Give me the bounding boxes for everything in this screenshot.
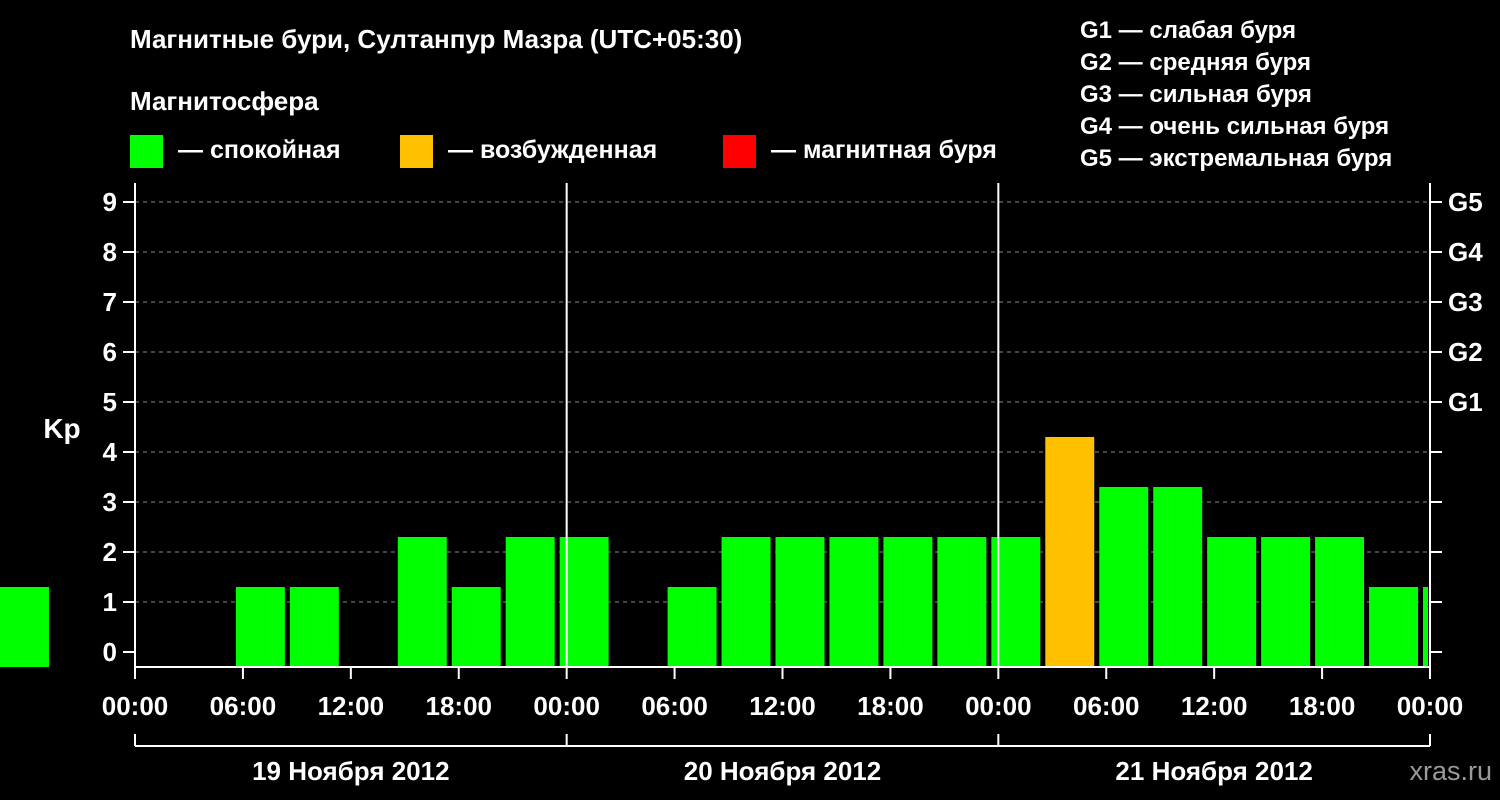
g-tick-label: G5	[1448, 187, 1483, 217]
legend-title: Магнитосфера	[130, 86, 319, 116]
bar	[775, 537, 825, 667]
y-axis-label: Kp	[43, 413, 80, 444]
x-tick-label: 12:00	[318, 691, 385, 721]
bar	[721, 537, 771, 667]
g-tick-label: G4	[1448, 237, 1483, 267]
bar	[289, 587, 339, 667]
x-tick-label: 00:00	[965, 691, 1032, 721]
legend-swatch-calm	[130, 135, 163, 168]
g-scale-g5: G5 — экстремальная буря	[1080, 145, 1392, 172]
legend-item-storm: — магнитная буря	[723, 135, 997, 168]
legend-item-calm: — спокойная	[130, 135, 341, 168]
g-ticks: G1 G2 G3 G4 G5	[1430, 187, 1483, 653]
bar	[1315, 537, 1365, 667]
y-tick-label: 7	[103, 287, 117, 317]
x-tick-label: 06:00	[1073, 691, 1140, 721]
bar	[1369, 587, 1419, 667]
x-tick-label: 12:00	[1181, 691, 1248, 721]
bar	[0, 587, 49, 667]
g-scale-g1: G1 — слабая буря	[1080, 17, 1296, 44]
bar	[667, 587, 717, 667]
g-tick-label: G2	[1448, 337, 1483, 367]
g-tick-label: G1	[1448, 387, 1483, 417]
y-ticks: 0 1 2 3 4 5 6 7 8 9	[103, 187, 135, 667]
x-tick-label: 00:00	[533, 691, 600, 721]
y-tick-label: 0	[103, 637, 117, 667]
x-tick-label: 06:00	[641, 691, 708, 721]
legend-swatch-active	[400, 135, 433, 168]
chart-title: Магнитные бури, Султанпур Мазра (UTC+05:…	[130, 24, 742, 54]
bar	[829, 537, 879, 667]
x-ticks: 00:00 06:00 12:00 18:00 00:00 06:00 12:00 18:00…	[102, 667, 1464, 721]
bar	[1423, 587, 1428, 667]
g-scale-g2: G2 — средняя буря	[1080, 49, 1311, 76]
y-tick-label: 4	[103, 437, 118, 467]
legend-label-active: — возбужденная	[448, 136, 657, 164]
bar	[1207, 537, 1257, 667]
x-tick-label: 12:00	[749, 691, 816, 721]
y-tick-label: 1	[103, 587, 117, 617]
bar	[883, 537, 933, 667]
day-label: 20 Ноября 2012	[684, 756, 881, 786]
bar	[397, 537, 447, 667]
bar	[235, 587, 285, 667]
y-tick-label: 3	[103, 487, 117, 517]
y-tick-label: 5	[103, 387, 117, 417]
g-scale-legend: G1 — слабая буря G2 — средняя буря G3 — …	[1080, 17, 1392, 172]
x-tick-label: 18:00	[1289, 691, 1356, 721]
x-tick-label: 06:00	[210, 691, 277, 721]
bar	[505, 537, 555, 667]
kp-index-chart: Магнитные бури, Султанпур Мазра (UTC+05:…	[0, 17, 1492, 786]
g-scale-g4: G4 — очень сильная буря	[1080, 113, 1389, 140]
g-tick-label: G3	[1448, 287, 1483, 317]
y-tick-label: 6	[103, 337, 117, 367]
bar	[451, 587, 501, 667]
x-tick-label: 18:00	[857, 691, 924, 721]
bar	[1261, 537, 1311, 667]
watermark: xras.ru	[1409, 756, 1492, 786]
legend-label-storm: — магнитная буря	[771, 136, 997, 164]
y-tick-label: 8	[103, 237, 117, 267]
legend: — спокойная — возбужденная — магнитная б…	[130, 135, 997, 168]
bar	[937, 537, 987, 667]
x-tick-label: 00:00	[1397, 691, 1464, 721]
legend-item-active: — возбужденная	[400, 135, 657, 168]
y-tick-label: 2	[103, 537, 117, 567]
x-tick-label: 00:00	[102, 691, 169, 721]
day-labels: 19 Ноября 2012 20 Ноября 2012 21 Ноября 20…	[134, 734, 1431, 786]
y-tick-label: 9	[103, 187, 117, 217]
bar	[1099, 487, 1149, 667]
legend-label-calm: — спокойная	[178, 136, 341, 164]
x-tick-label: 18:00	[426, 691, 493, 721]
bar	[1153, 487, 1203, 667]
day-label: 21 Ноября 2012	[1115, 756, 1312, 786]
g-scale-g3: G3 — сильная буря	[1080, 81, 1312, 108]
legend-swatch-storm	[723, 135, 756, 168]
day-label: 19 Ноября 2012	[252, 756, 449, 786]
bar	[1045, 437, 1095, 667]
